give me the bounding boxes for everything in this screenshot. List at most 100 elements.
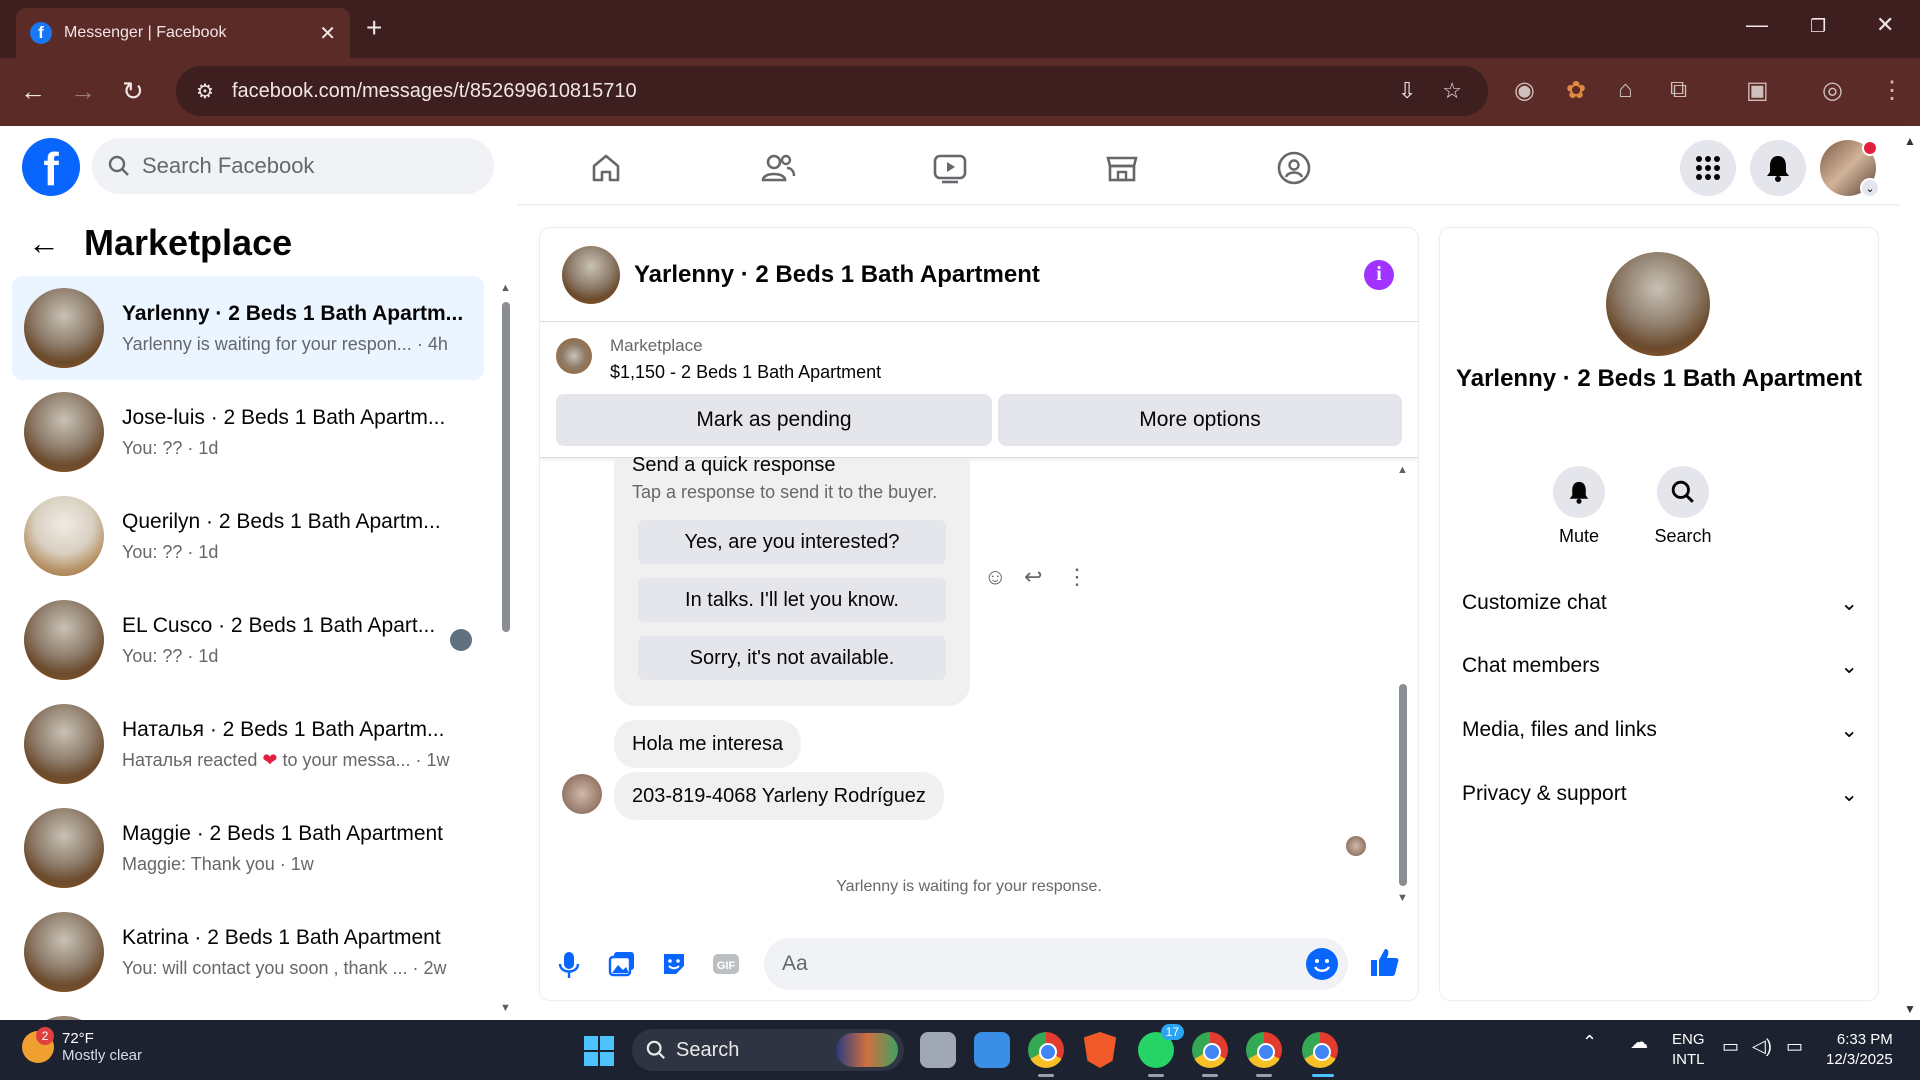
system-tray[interactable]: ⌃ ☁ (1582, 1032, 1648, 1053)
chrome-active-icon[interactable] (1302, 1032, 1338, 1068)
conversation-item[interactable]: EL Cusco · 2 Beds 1 Bath Apart... You: ?… (12, 588, 484, 692)
window-close-icon[interactable]: ✕ (1876, 12, 1894, 38)
page-scrollbar[interactable]: ▲ ▼ (1900, 126, 1920, 1020)
conversation-item[interactable]: Katrina · 2 Beds 1 Bath Apartment You: w… (12, 900, 484, 1004)
minimize-icon[interactable]: — (1746, 12, 1768, 38)
language-indicator[interactable]: ENG INTL (1672, 1030, 1705, 1070)
volume-icon[interactable]: ◁) (1752, 1036, 1772, 1057)
onedrive-cloud-icon[interactable]: ☁ (1630, 1032, 1648, 1052)
quick-reply-button[interactable]: Sorry, it's not available. (638, 636, 946, 680)
chrome-profile-icon[interactable] (1192, 1032, 1228, 1068)
conversation-item[interactable]: Querilyn · 2 Beds 1 Bath Apartm... You: … (12, 484, 484, 588)
reading-list-icon[interactable]: ▣ (1746, 76, 1769, 105)
notifications-button[interactable] (1750, 140, 1806, 196)
reload-icon[interactable]: ↻ (122, 76, 144, 107)
mute-button[interactable]: Mute (1534, 466, 1624, 547)
extension-bag-icon[interactable]: ⌂ (1618, 76, 1633, 104)
message-bubble[interactable]: 203-819-4068 Yarleny Rodríguez (614, 772, 944, 820)
chevron-up-icon[interactable]: ⌃ (1582, 1032, 1597, 1052)
whatsapp-icon[interactable]: 17 (1138, 1024, 1184, 1068)
more-actions-icon[interactable]: ⋮ (1066, 564, 1088, 590)
brave-icon[interactable] (1083, 1032, 1117, 1068)
privacy-support-row[interactable]: Privacy & support ⌄ (1462, 769, 1858, 819)
react-emoji-icon[interactable]: ☺ (984, 564, 1006, 590)
message-input[interactable]: Aa (764, 938, 1348, 990)
conversation-name: Jose-luis · 2 Beds 1 Bath Apartm... (122, 405, 446, 429)
video-icon[interactable] (930, 148, 970, 188)
quick-reply-button[interactable]: In talks. I'll let you know. (638, 578, 946, 622)
customize-chat-row[interactable]: Customize chat ⌄ (1462, 578, 1858, 628)
conversation-item[interactable] (12, 1004, 484, 1020)
sender-avatar[interactable] (562, 774, 602, 814)
photo-icon[interactable] (608, 950, 636, 978)
info-avatar[interactable] (1606, 252, 1710, 356)
mute-label: Mute (1558, 526, 1600, 546)
forward-icon[interactable]: → (70, 76, 96, 107)
bookmark-star-icon[interactable]: ☆ (1442, 78, 1462, 104)
mark-as-pending-button[interactable]: Mark as pending (556, 394, 992, 446)
facebook-search-input[interactable]: Search Facebook (92, 138, 494, 194)
listing-title[interactable]: $1,150 - 2 Beds 1 Bath Apartment (610, 362, 881, 383)
media-files-links-row[interactable]: Media, files and links ⌄ (1462, 705, 1858, 755)
extension-cookie-icon[interactable]: ✿ (1566, 76, 1586, 105)
microphone-icon[interactable] (558, 950, 580, 980)
groups-icon[interactable] (1274, 148, 1314, 188)
conversation-item[interactable]: Yarlenny · 2 Beds 1 Bath Apartm... Yarle… (12, 276, 484, 380)
install-app-icon[interactable]: ⇩ (1398, 78, 1416, 104)
message-bubble[interactable]: Hola me interesa (614, 720, 802, 768)
taskbar-search[interactable]: Search (632, 1029, 904, 1071)
chrome-profile-icon[interactable] (1246, 1032, 1282, 1068)
account-avatar[interactable]: ⌄ (1820, 140, 1880, 198)
site-info-icon[interactable]: ⚙ (196, 79, 214, 104)
profile-icon[interactable]: ◎ (1822, 76, 1843, 105)
emoji-icon[interactable] (1306, 948, 1338, 980)
extensions-puzzle-icon[interactable]: ⧉ (1670, 76, 1687, 104)
clock[interactable]: 6:33 PM 12/3/2025 (1826, 1030, 1893, 1070)
network-icon[interactable]: ▭ (1722, 1036, 1739, 1057)
gif-icon[interactable]: GIF (712, 950, 740, 978)
battery-icon[interactable]: ▭ (1786, 1036, 1803, 1057)
sticker-icon[interactable] (660, 950, 688, 978)
address-bar[interactable]: ⚙ facebook.com/messages/t/85269961081571… (176, 66, 1488, 116)
avatar (24, 496, 104, 576)
task-view-icon[interactable] (920, 1032, 956, 1068)
friends-icon[interactable] (758, 148, 798, 188)
weather-widget[interactable]: 2 72°F Mostly clear (22, 1027, 142, 1064)
conversation-preview: You: ?? (122, 437, 183, 458)
search-in-chat-button[interactable]: Search (1638, 466, 1728, 547)
chat-members-row[interactable]: Chat members ⌄ (1462, 641, 1858, 691)
start-button-icon[interactable] (584, 1036, 614, 1066)
conversation-item[interactable]: Наталья · 2 Beds 1 Bath Apartm... Наталь… (12, 692, 484, 796)
notepad-icon[interactable] (974, 1032, 1010, 1068)
like-thumbs-up-icon[interactable] (1368, 946, 1400, 978)
browser-menu-icon[interactable]: ⋮ (1880, 76, 1904, 105)
conversation-item[interactable]: Maggie · 2 Beds 1 Bath Apartment Maggie:… (12, 796, 484, 900)
marketplace-icon[interactable] (1102, 148, 1142, 188)
chat-title[interactable]: Yarlenny · 2 Beds 1 Bath Apartment (634, 261, 1364, 289)
scroll-thumb[interactable] (1399, 684, 1407, 886)
scroll-thumb[interactable] (502, 302, 510, 632)
quick-response-subtitle: Tap a response to send it to the buyer. (632, 482, 938, 502)
browser-tab[interactable]: f Messenger | Facebook ✕ (16, 8, 350, 58)
quick-reply-button[interactable]: Yes, are you interested? (638, 520, 946, 564)
conversation-time: · 2w (412, 957, 447, 978)
back-icon[interactable]: ← (20, 76, 46, 107)
listing-thumbnail[interactable] (556, 338, 592, 374)
menu-grid-button[interactable] (1680, 140, 1736, 196)
marketplace-listing-bar: Marketplace $1,150 - 2 Beds 1 Bath Apart… (540, 322, 1418, 458)
home-icon[interactable] (586, 148, 626, 188)
back-arrow-icon[interactable]: ← (28, 225, 60, 262)
new-tab-icon[interactable]: + (366, 12, 382, 44)
restore-icon[interactable]: ❐ (1810, 16, 1826, 37)
reply-icon[interactable]: ↩ (1024, 564, 1042, 590)
sidebar-scrollbar[interactable]: ▲ ▼ (500, 282, 512, 1014)
conversation-item[interactable]: Jose-luis · 2 Beds 1 Bath Apartm... You:… (12, 380, 484, 484)
facebook-logo-icon[interactable]: f (22, 138, 80, 196)
info-icon[interactable]: i (1364, 259, 1394, 290)
close-tab-icon[interactable]: ✕ (319, 21, 336, 46)
chrome-icon[interactable] (1028, 1032, 1064, 1068)
extension-circle-icon[interactable]: ◉ (1514, 76, 1535, 105)
chat-avatar[interactable] (562, 245, 620, 304)
chat-scrollbar[interactable]: ▲ ▼ (1396, 464, 1410, 906)
more-options-button[interactable]: More options (998, 394, 1402, 446)
